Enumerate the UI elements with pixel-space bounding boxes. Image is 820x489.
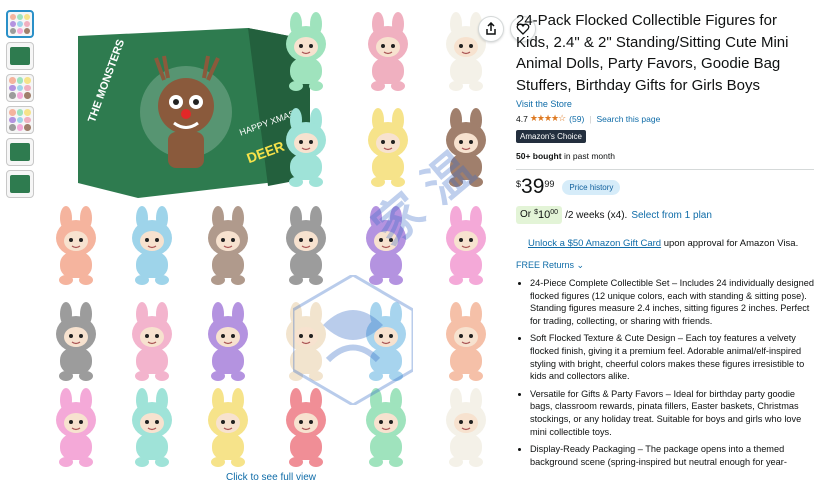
price-dollars: 39 — [521, 175, 545, 198]
amazons-choice-badge: Amazon's Choice — [516, 130, 586, 143]
price-row: $ 39 99 Price history — [516, 176, 814, 198]
collectible-figure — [276, 12, 336, 92]
collectible-figure — [46, 302, 106, 382]
search-page-link[interactable]: Search this page — [597, 114, 661, 124]
select-plan-link[interactable]: Select from 1 plan — [631, 210, 712, 221]
collectible-figure — [276, 108, 336, 188]
plan-period: /2 weeks (x4). — [565, 209, 628, 221]
bought-count: 50+ bought in past month — [516, 151, 814, 161]
price: $ 39 99 — [516, 176, 554, 198]
plan-amount: 10 — [538, 209, 551, 221]
thumbnail-3[interactable] — [6, 74, 34, 102]
price-cents: 99 — [544, 179, 555, 189]
feature-bullets: 24-Piece Complete Collectible Set – Incl… — [516, 277, 814, 468]
price-history-button[interactable]: Price history — [562, 180, 621, 195]
collectible-figure — [122, 302, 182, 382]
gift-card-offer: Unlock a $50 Amazon Gift Card upon appro… — [516, 238, 814, 249]
star-rating-icon[interactable]: ★★★★☆ — [530, 113, 566, 124]
store-link[interactable]: Visit the Store — [516, 99, 814, 109]
thumbnail-strip — [6, 10, 36, 202]
share-icon — [486, 22, 496, 35]
watermark-logo — [291, 273, 415, 407]
divider-line — [516, 169, 814, 170]
collectible-figure — [436, 302, 496, 382]
bought-bold: 50+ bought — [516, 151, 562, 161]
thumbnail-6[interactable] — [6, 170, 34, 198]
thumbnail-1[interactable] — [6, 10, 34, 38]
plan-badge: Or $ 10 00 — [516, 206, 563, 224]
feature-bullet: 24-Piece Complete Collectible Set – Incl… — [530, 277, 814, 327]
free-returns-link[interactable]: FREE Returns ⌄ — [516, 260, 814, 271]
thumbnail-2[interactable] — [6, 42, 34, 70]
feature-bullet: Display-Ready Packaging – The package op… — [530, 443, 814, 468]
payment-plan-row: Or $ 10 00 /2 weeks (x4). Select from 1 … — [516, 206, 814, 224]
gift-card-link[interactable]: Unlock a $50 Amazon Gift Card — [528, 238, 661, 249]
collectible-figure — [276, 206, 336, 286]
plan-or: Or — [520, 209, 532, 220]
collectible-figure — [358, 12, 418, 92]
rating-value: 4.7 — [516, 113, 528, 124]
view-full-link[interactable]: Click to see full view — [226, 472, 316, 483]
collectible-figure — [46, 388, 106, 468]
divider: | — [589, 113, 592, 124]
feature-bullet: Versatile for Gifts & Party Favors – Ide… — [530, 388, 814, 438]
collectible-figure — [436, 388, 496, 468]
share-button[interactable] — [478, 16, 504, 42]
collectible-figure — [122, 206, 182, 286]
product-title: 24-Pack Flocked Collectible Figures for … — [516, 12, 789, 94]
plan-cents: 00 — [550, 209, 559, 216]
collectible-figure — [198, 206, 258, 286]
collectible-figure — [198, 388, 258, 468]
thumbnail-4[interactable] — [6, 106, 34, 134]
rating-row: 4.7 ★★★★☆ (59) | Search this page — [516, 113, 814, 124]
thumbnail-5[interactable] — [6, 138, 34, 166]
gift-card-text: upon approval for Amazon Visa. — [661, 238, 799, 249]
rating-count[interactable]: (59) — [569, 114, 584, 124]
collectible-figure — [122, 388, 182, 468]
bought-rest: in past month — [561, 151, 615, 161]
product-details: 24-Pack Flocked Collectible Figures for … — [516, 10, 814, 473]
main-product-image[interactable]: THE MONSTERS HAPPY XMAS DEER 家 温 Click t… — [38, 0, 536, 489]
collectible-figure — [198, 302, 258, 382]
feature-bullet: Soft Flocked Texture & Cute Design – Eac… — [530, 332, 814, 382]
collectible-figure — [46, 206, 106, 286]
